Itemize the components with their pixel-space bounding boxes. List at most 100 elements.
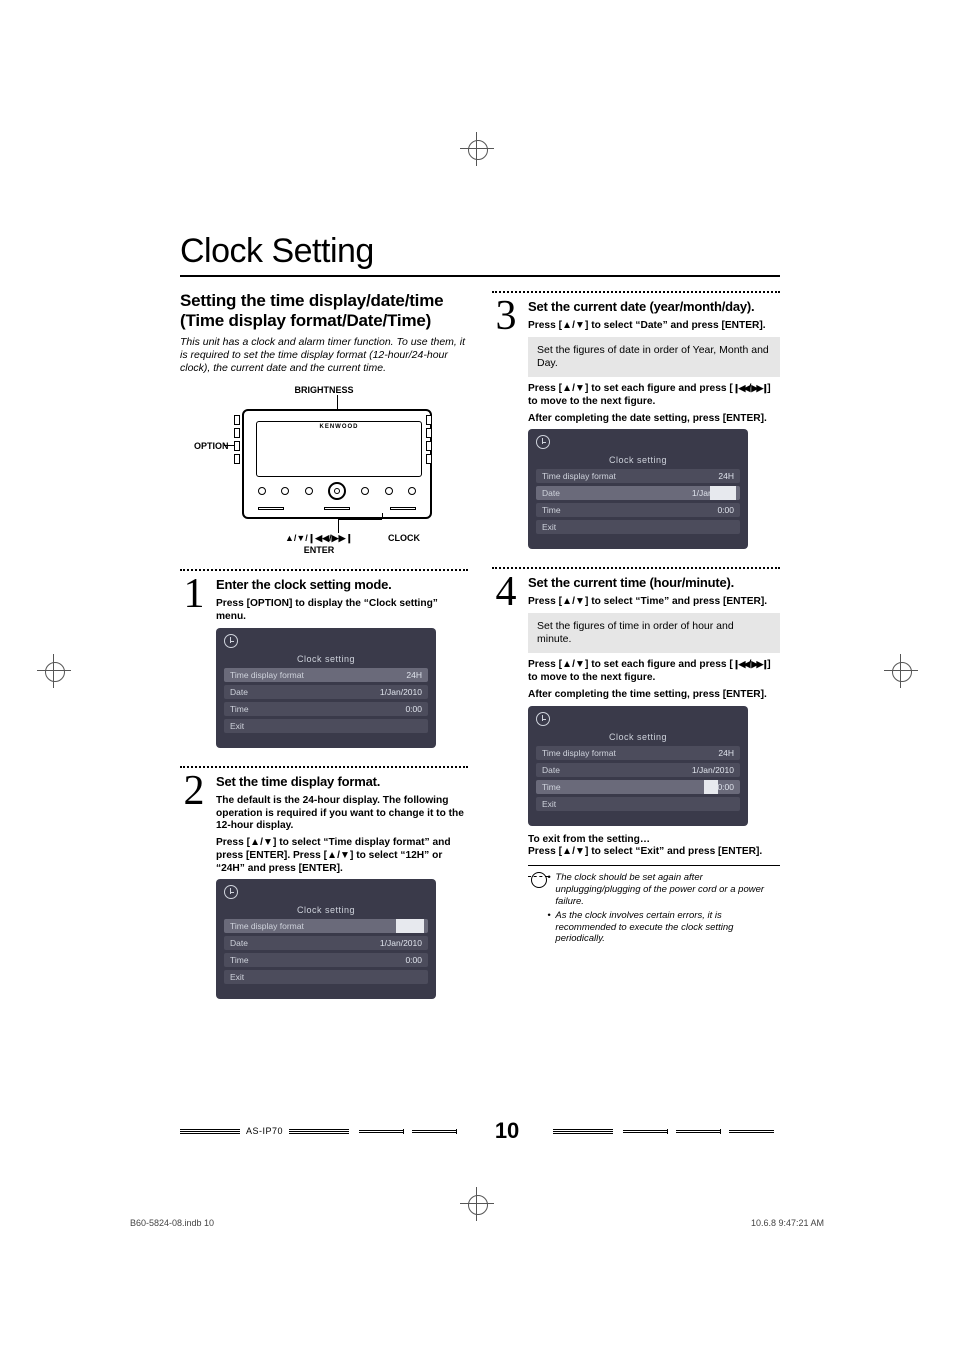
footer-segment	[412, 1130, 457, 1133]
device-small-button	[305, 487, 313, 495]
section-heading-line1: Setting the time display/date/time	[180, 291, 443, 310]
registration-mark-right	[892, 662, 912, 682]
step-4-line2: Press [/] to set each figure and press […	[528, 659, 780, 685]
intro-text: This unit has a clock and alarm timer fu…	[180, 336, 468, 375]
step-1-instruction: Press [OPTION] to display the “Clock set…	[216, 598, 468, 624]
down-arrow-icon	[575, 320, 585, 331]
device-button-row	[258, 483, 416, 499]
device-small-button	[258, 487, 266, 495]
option-label: OPTION	[194, 441, 229, 451]
title-rule	[180, 275, 780, 277]
print-info-right: 10.6.8 9:47:21 AM	[751, 1218, 824, 1228]
footer-bar-icon	[180, 1129, 240, 1134]
dotted-divider	[492, 291, 780, 293]
print-info-left: B60-5824-08.indb 10	[130, 1218, 214, 1228]
up-arrow-icon	[562, 383, 572, 394]
up-arrow-icon	[562, 596, 572, 607]
clock-icon	[536, 712, 550, 726]
step-number: 3	[492, 299, 520, 557]
step-number: 1	[180, 577, 208, 756]
clock-icon	[224, 885, 238, 899]
step-3-note: Set the figures of date in order of Year…	[528, 337, 780, 377]
leader-nav	[338, 519, 339, 533]
step-4: 4 Set the current time (hour/minute). Pr…	[492, 575, 780, 947]
device-screen: KENWOOD	[256, 421, 422, 477]
up-arrow-icon	[562, 320, 572, 331]
footer-bar-icon	[553, 1129, 613, 1134]
up-arrow-icon	[250, 837, 260, 848]
section-heading-line2: (Time display format/Date/Time)	[180, 311, 431, 330]
step-2-body-a: The default is the 24-hour display. The …	[216, 795, 468, 833]
down-arrow-icon	[575, 383, 585, 394]
skip-next-icon	[751, 659, 767, 670]
registration-mark-bottom	[468, 1195, 488, 1215]
down-arrow-icon	[575, 596, 585, 607]
nav-keys-label: ▲/▼/❙◀◀/▶▶❙	[254, 533, 384, 544]
exit-line1: To exit from the setting…	[528, 834, 780, 847]
device-bottom-bar	[258, 507, 416, 511]
device-small-button	[385, 487, 393, 495]
step-4-title: Set the current time (hour/minute).	[528, 575, 780, 590]
device-body: KENWOOD	[242, 409, 432, 519]
down-arrow-icon	[575, 846, 585, 857]
up-arrow-icon	[327, 850, 337, 861]
skip-next-icon	[751, 383, 767, 394]
leader-brightness	[337, 395, 338, 409]
step-3: 3 Set the current date (year/month/day).…	[492, 299, 780, 557]
step-2-body-b: Press [/] to select “Time display format…	[216, 837, 468, 875]
step-3-line2: Press [/] to set each figure and press […	[528, 383, 780, 409]
device-jog-dial	[328, 482, 346, 500]
registration-mark-left	[45, 662, 65, 682]
tip-item: As the clock involves certain errors, it…	[547, 910, 780, 946]
leader-clock-v	[382, 513, 383, 519]
footer-segment	[676, 1130, 721, 1133]
up-arrow-icon	[562, 846, 572, 857]
step-3-line3: After completing the date setting, press…	[528, 413, 780, 426]
dotted-divider	[180, 766, 468, 768]
down-arrow-icon	[263, 837, 273, 848]
step-4-line1: Press [/] to select “Time” and press [EN…	[528, 596, 780, 609]
clock-icon	[536, 435, 550, 449]
side-buttons-left	[234, 415, 242, 464]
enter-label: ENTER	[254, 545, 384, 555]
down-arrow-icon	[340, 850, 350, 861]
skip-prev-icon	[733, 383, 749, 394]
step-4-note: Set the figures of time in order of hour…	[528, 613, 780, 653]
registration-mark-top	[468, 140, 488, 160]
leader-clock	[338, 519, 382, 520]
dotted-divider	[180, 569, 468, 571]
device-diagram: BRIGHTNESS OPTION KENWOOD	[194, 385, 454, 561]
step-2: 2 Set the time display format. The defau…	[180, 774, 468, 1008]
step-number: 2	[180, 774, 208, 1008]
exit-line2: Press [/] to select “Exit” and press [EN…	[528, 846, 780, 859]
device-brand: KENWOOD	[257, 424, 421, 430]
up-arrow-icon	[562, 659, 572, 670]
device-small-button	[281, 487, 289, 495]
page-title: Clock Setting	[180, 232, 780, 271]
footer-segment	[623, 1130, 668, 1133]
skip-prev-icon	[733, 659, 749, 670]
clock-label: CLOCK	[388, 533, 420, 543]
lcd-step-1: Clock settingTime display format24HDate1…	[216, 628, 436, 748]
footer-segment	[729, 1130, 774, 1133]
step-1-title: Enter the clock setting mode.	[216, 577, 468, 592]
step-3-title: Set the current date (year/month/day).	[528, 299, 780, 314]
side-buttons-right	[426, 415, 434, 464]
page-footer: AS-IP70 10	[180, 1124, 778, 1138]
tips-section: The clock should be set again after unpl…	[528, 865, 780, 947]
page-number: 10	[495, 1118, 519, 1144]
lcd-step-3: Clock settingTime display format24HDate1…	[528, 429, 748, 549]
step-1: 1 Enter the clock setting mode. Press [O…	[180, 577, 468, 756]
tips-list: The clock should be set again after unpl…	[547, 872, 780, 947]
step-3-line1: Press [/] to select “Date” and press [EN…	[528, 320, 780, 333]
model-label: AS-IP70	[246, 1126, 283, 1136]
down-arrow-icon	[575, 659, 585, 670]
footer-bar-icon	[289, 1129, 349, 1134]
tip-item: The clock should be set again after unpl…	[547, 872, 780, 908]
section-heading: Setting the time display/date/time (Time…	[180, 291, 468, 330]
dotted-divider	[492, 567, 780, 569]
lightbulb-icon	[528, 872, 539, 892]
step-4-line3: After completing the time setting, press…	[528, 689, 780, 702]
lcd-step-4: Clock settingTime display format24HDate1…	[528, 706, 748, 826]
brightness-label: BRIGHTNESS	[194, 385, 454, 395]
